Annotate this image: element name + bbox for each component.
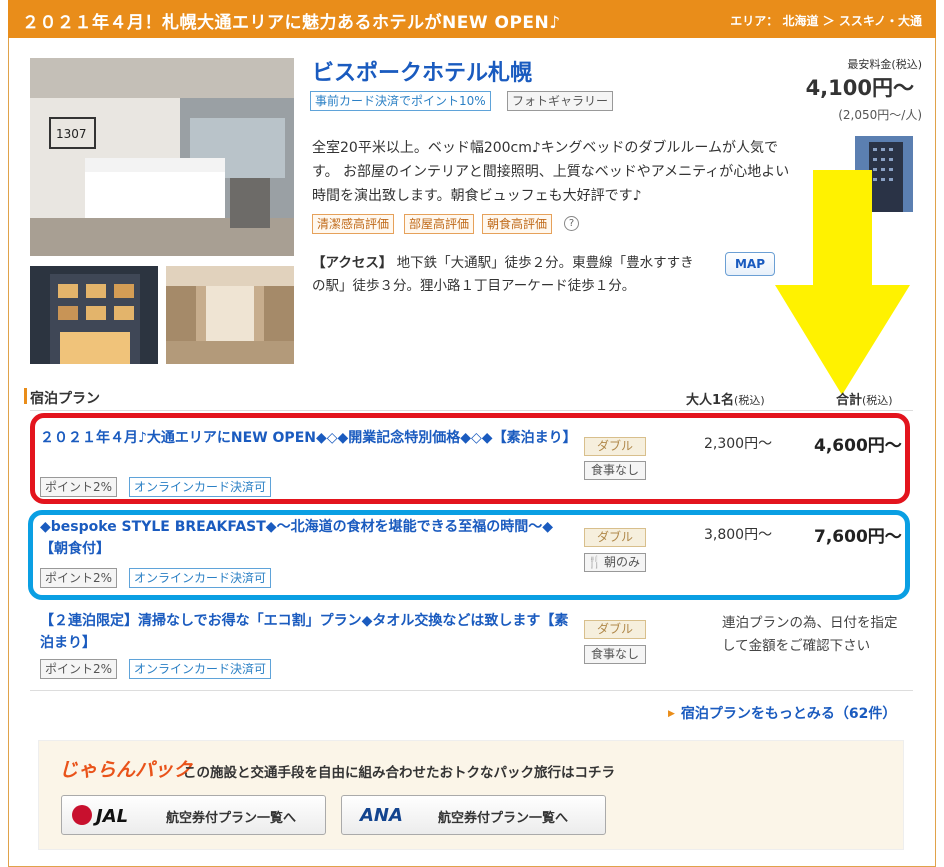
- jal-plan-button[interactable]: JAL 航空券付プラン一覧へ: [61, 795, 326, 835]
- plan3-meal: 食事なし: [584, 645, 646, 664]
- access-info: 【アクセス】 地下鉄「大通駅」徒歩２分。東豊線「豊水すすきの駅」徒歩３分。狸小路…: [312, 252, 697, 298]
- highlight-red-box: [30, 413, 910, 504]
- access-label: 【アクセス】: [312, 255, 393, 271]
- hotel-name[interactable]: ビスポークホテル札幌: [312, 55, 532, 87]
- col-total-tax: (税込): [862, 394, 893, 407]
- rating-clean-badge: 清潔感高評価: [312, 214, 395, 234]
- package-box: じゃらんパック この施設と交通手段を自由に組み合わせたおトクなパック旅行はコチラ…: [38, 740, 904, 850]
- jal-logo: JAL: [72, 805, 128, 827]
- jal-logo-text: JAL: [96, 806, 129, 827]
- price-per-person: (2,050円〜/人): [838, 108, 922, 122]
- photo-gallery-link[interactable]: フォトギャラリー: [507, 91, 614, 111]
- col-adult-tax: (税込): [734, 394, 765, 407]
- col-adult-label: 大人1名: [686, 393, 735, 408]
- ana-plan-button[interactable]: ANA 航空券付プラン一覧へ: [341, 795, 606, 835]
- plan3-point-badge: ポイント2%: [40, 659, 118, 679]
- card-point-tag: 事前カード決済でポイント10%: [310, 91, 491, 111]
- plan3-note: 連泊プランの為、日付を指定して金額をご確認下さい: [722, 615, 898, 654]
- col-adult-header: 大人1名(税込): [686, 389, 765, 408]
- rating-breakfast-badge: 朝食高評価: [482, 214, 553, 234]
- divider: [30, 690, 913, 691]
- lowest-price-label: 最安料金(税込): [847, 58, 922, 71]
- jalan-pack-logo: じゃらんパック: [59, 759, 193, 781]
- ana-plan-label: 航空券付プラン一覧へ: [438, 811, 569, 826]
- plans-heading: 宿泊プラン: [24, 388, 100, 408]
- header-title: ２０２１年４月！札幌大通エリアに魅力あるホテルがNEW OPEN♪: [22, 13, 561, 33]
- help-icon[interactable]: ?: [564, 216, 579, 231]
- ana-logo: ANA: [360, 805, 403, 826]
- area-breadcrumb[interactable]: エリア： 北海道 ＞ ススキノ・大通: [730, 12, 922, 29]
- hotel-main-photo[interactable]: 1307: [30, 58, 294, 256]
- map-button[interactable]: MAP: [725, 252, 775, 276]
- header-bar: ２０２１年４月！札幌大通エリアに魅力あるホテルがNEW OPEN♪ エリア： 北…: [8, 0, 936, 38]
- more-plans-link[interactable]: 宿泊プランをもっとみる（62件）: [668, 703, 896, 723]
- highlight-blue-box: [28, 510, 910, 600]
- lowest-price: 4,100円〜: [805, 76, 914, 100]
- jal-plan-label: 航空券付プラン一覧へ: [166, 811, 297, 826]
- hotel-description: 全室20平米以上。ベッド幅200cm♪キングベッドのダブルルームが人気です。 お…: [312, 140, 790, 204]
- hotel-thumb-lobby[interactable]: [166, 266, 294, 364]
- plan3-card-badge: オンラインカード決済可: [129, 659, 272, 679]
- hotel-thumb-exterior[interactable]: [30, 266, 158, 364]
- col-total-label: 合計: [836, 393, 863, 408]
- rating-room-badge: 部屋高評価: [404, 214, 475, 234]
- package-description: この施設と交通手段を自由に組み合わせたおトクなパック旅行はコチラ: [183, 765, 615, 781]
- plan3-room-type: ダブル: [584, 620, 646, 639]
- divider: [30, 410, 913, 411]
- plan-title-3[interactable]: 【２連泊限定】清掃なしでお得な「エコ割」プラン◆タオル交換などは致します【素泊ま…: [40, 610, 570, 654]
- down-arrow-icon: [775, 170, 910, 395]
- col-total-header: 合計(税込): [836, 389, 893, 408]
- svg-text:1307: 1307: [56, 127, 87, 141]
